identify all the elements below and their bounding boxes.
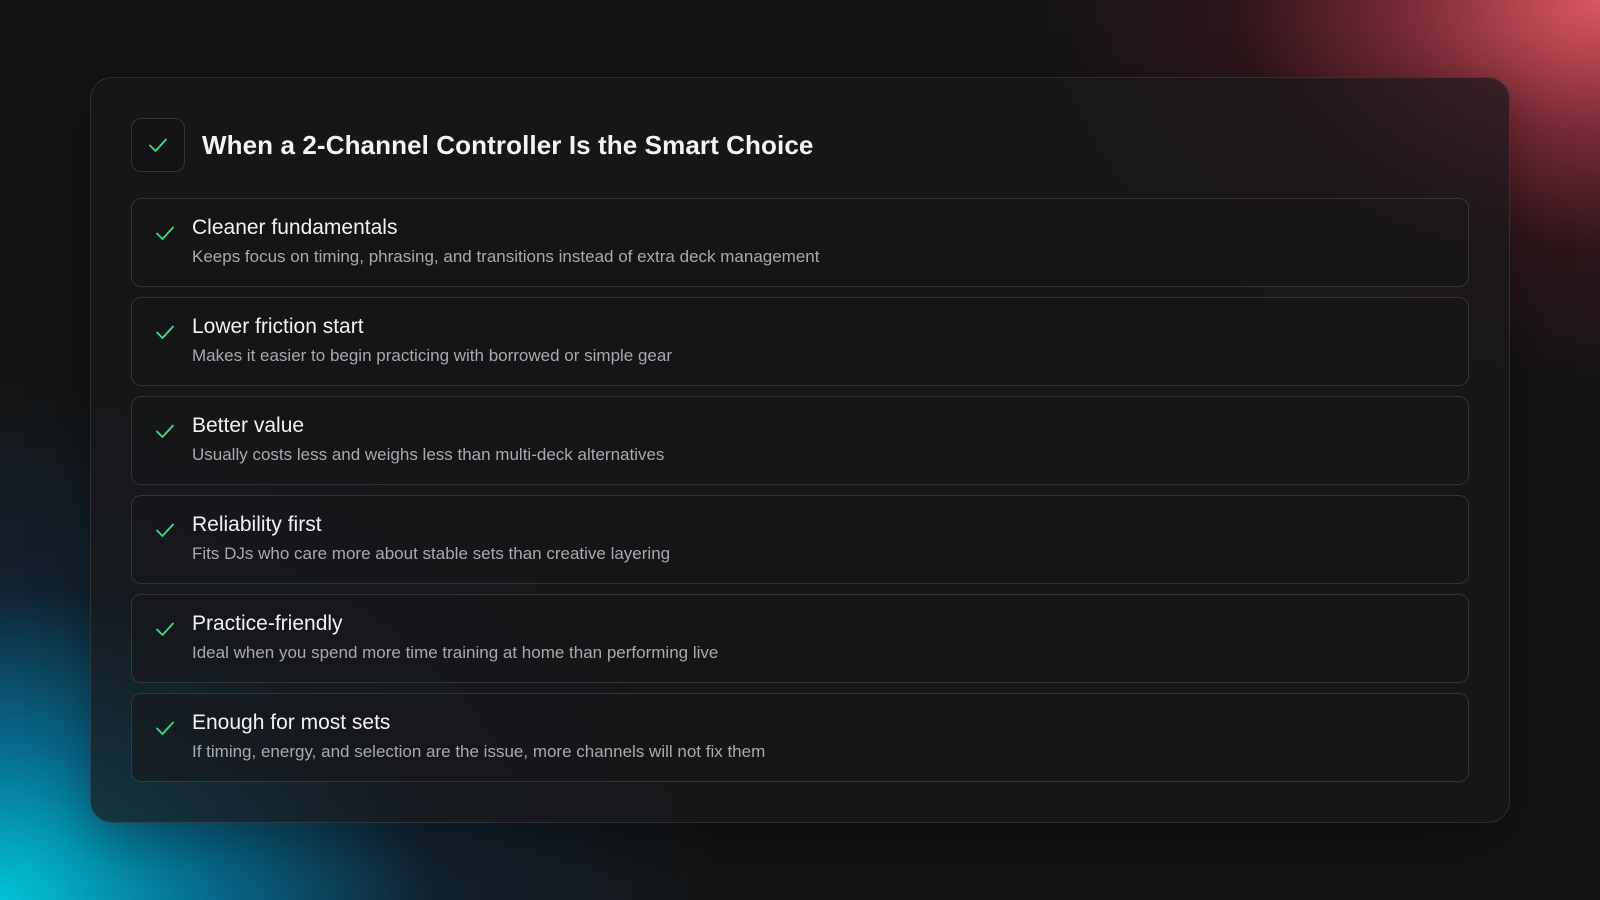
card-title: When a 2-Channel Controller Is the Smart…: [202, 129, 814, 160]
card-header: When a 2-Channel Controller Is the Smart…: [131, 118, 1469, 172]
check-icon: [147, 134, 169, 156]
list-item: Practice-friendly Ideal when you spend m…: [131, 594, 1469, 683]
item-description: Usually costs less and weighs less than …: [192, 445, 665, 464]
header-icon-box: [131, 118, 185, 172]
check-icon: [154, 321, 176, 343]
check-icon: [154, 519, 176, 541]
item-title: Enough for most sets: [192, 711, 391, 734]
item-title: Cleaner fundamentals: [192, 216, 398, 239]
item-title: Practice-friendly: [192, 612, 343, 635]
item-title: Lower friction start: [192, 315, 364, 338]
info-card: When a 2-Channel Controller Is the Smart…: [90, 77, 1510, 823]
check-icon: [154, 717, 176, 739]
check-icon: [154, 222, 176, 244]
item-description: Keeps focus on timing, phrasing, and tra…: [192, 247, 820, 266]
item-description: Fits DJs who care more about stable sets…: [192, 544, 671, 563]
item-description: If timing, energy, and selection are the…: [192, 742, 766, 761]
list-item: Cleaner fundamentals Keeps focus on timi…: [131, 198, 1469, 287]
list-item: Lower friction start Makes it easier to …: [131, 297, 1469, 386]
list-item: Better value Usually costs less and weig…: [131, 396, 1469, 485]
list-item: Enough for most sets If timing, energy, …: [131, 693, 1469, 782]
item-title: Better value: [192, 414, 305, 437]
list-item: Reliability first Fits DJs who care more…: [131, 495, 1469, 584]
item-description: Makes it easier to begin practicing with…: [192, 346, 673, 365]
check-icon: [154, 618, 176, 640]
item-title: Reliability first: [192, 513, 322, 536]
benefit-list: Cleaner fundamentals Keeps focus on timi…: [131, 198, 1469, 782]
item-description: Ideal when you spend more time training …: [192, 643, 719, 662]
check-icon: [154, 420, 176, 442]
